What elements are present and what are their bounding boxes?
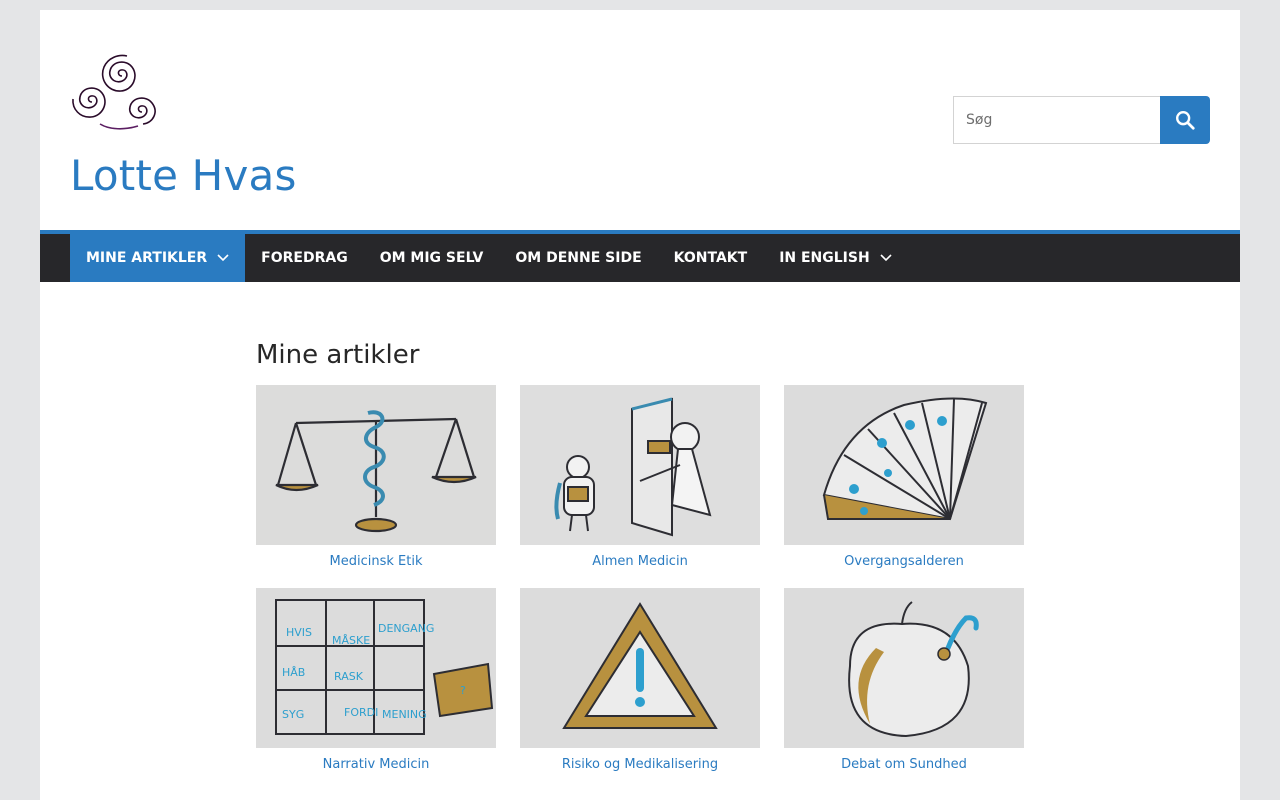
svg-text:SYG: SYG (282, 708, 304, 721)
nav-item-mine-artikler[interactable]: MINE ARTIKLER (70, 234, 246, 282)
nav-item-om-denne-side[interactable]: OM DENNE SIDE (499, 234, 657, 282)
nav-item-in-english[interactable]: IN ENGLISH (763, 234, 908, 282)
search-button[interactable] (1160, 96, 1210, 144)
site-logo[interactable] (70, 32, 172, 134)
nav-item-foredrag[interactable]: FOREDRAG (245, 234, 364, 282)
puzzle-drawing[interactable]: HVIS MÅSKE DENGANG HÅB RASK SYG FORDI MENING… (256, 588, 496, 748)
site-title[interactable]: Lotte Hvas (70, 150, 297, 202)
chevron-down-icon[interactable] (880, 254, 892, 262)
article-card: Almen Medicin (520, 385, 760, 569)
search-form (953, 96, 1210, 144)
fan-drawing[interactable] (784, 385, 1024, 545)
svg-text:HVIS: HVIS (286, 626, 312, 639)
nav-item-label: OM DENNE SIDE (515, 250, 642, 266)
article-card: Debat om Sundhed (784, 588, 1024, 772)
article-link-narrativ-medicin[interactable]: Narrativ Medicin (256, 757, 496, 772)
svg-text:DENGANG: DENGANG (378, 622, 434, 635)
article-link-medicinsk-etik[interactable]: Medicinsk Etik (256, 554, 496, 569)
scales-serpent-drawing[interactable] (256, 385, 496, 545)
doctor-door-drawing[interactable] (520, 385, 760, 545)
search-input[interactable] (953, 96, 1160, 144)
article-link-risiko-og-medikalisering[interactable]: Risiko og Medikalisering (520, 757, 760, 772)
nav-item-label: MINE ARTIKLER (86, 250, 208, 266)
nav-item-om-mig-selv[interactable]: OM MIG SELV (364, 234, 500, 282)
nav-item-label: KONTAKT (673, 250, 748, 266)
svg-text:MENING: MENING (382, 708, 427, 721)
svg-text:MÅSKE: MÅSKE (332, 634, 370, 647)
main-navigation: MINE ARTIKLER FOREDRAG OM MIG SELV OM DE… (40, 230, 1240, 282)
article-link-almen-medicin[interactable]: Almen Medicin (520, 554, 760, 569)
svg-text:FORDI: FORDI (344, 706, 378, 719)
nav-item-label: FOREDRAG (261, 250, 348, 266)
page-title: Mine artikler (256, 340, 420, 370)
nav-item-label: IN ENGLISH (779, 250, 870, 266)
article-card: Medicinsk Etik (256, 385, 496, 569)
nav-item-label: OM MIG SELV (379, 250, 484, 266)
nav-item-kontakt[interactable]: KONTAKT (658, 234, 764, 282)
search-icon (1176, 111, 1195, 130)
chevron-down-icon[interactable] (217, 254, 229, 262)
svg-text:?: ? (460, 684, 466, 697)
page-container: Lotte Hvas MINE ARTIKLER FOREDRAG OM MIG… (40, 10, 1240, 800)
svg-text:RASK: RASK (334, 670, 364, 683)
article-link-debat-om-sundhed[interactable]: Debat om Sundhed (784, 757, 1024, 772)
apple-worm-drawing[interactable] (784, 588, 1024, 748)
article-link-overgangsalderen[interactable]: Overgangsalderen (784, 554, 1024, 569)
article-card: Overgangsalderen (784, 385, 1024, 569)
article-card: HVIS MÅSKE DENGANG HÅB RASK SYG FORDI MENING… (256, 588, 496, 772)
warning-triangle-drawing[interactable] (520, 588, 760, 748)
article-card: Risiko og Medikalisering (520, 588, 760, 772)
svg-text:HÅB: HÅB (282, 666, 305, 679)
